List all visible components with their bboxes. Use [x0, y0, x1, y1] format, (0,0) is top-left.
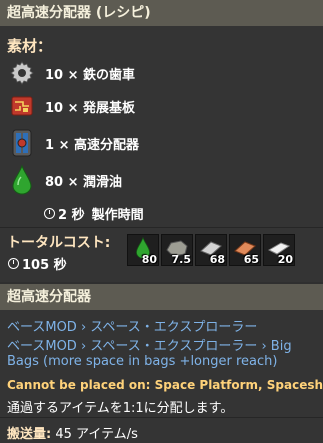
total-cost-label: トータルコスト: [7, 235, 111, 251]
mod-path: Bags (more space in bags +longer reach) [7, 354, 278, 369]
total-cost-items: 80 7.5 68 65 20 [127, 234, 295, 266]
craft-time-label: 製作時間 [91, 208, 144, 223]
ingredient-amount: 10 [45, 100, 64, 116]
ingredient-name: 鉄の歯車 [83, 67, 136, 83]
ingredient-amount: 1 [45, 137, 55, 153]
ingredient-amount: 10 [45, 67, 64, 83]
craft-time-value: 2 秒 [58, 208, 85, 223]
express-splitter-icon [8, 129, 36, 157]
ingredient-row: 10 × 鉄の歯車 [8, 58, 135, 88]
cost-count: 65 [243, 253, 259, 266]
clock-icon [44, 208, 55, 219]
throughput-value: 45 アイテム/s [55, 427, 138, 442]
cost-count: 80 [141, 253, 157, 266]
total-time-value: 105 秒 [22, 258, 67, 273]
mod-path: ベースMOD › スペース・エクスプローラー › Big [7, 339, 292, 354]
recipe-title: 超高速分配器 (レシピ) [0, 0, 323, 26]
ingredient-row: 10 × 発展基板 [8, 91, 135, 121]
gear-icon [8, 59, 36, 87]
cost-slot: 68 [195, 234, 227, 266]
cost-slot: 80 [127, 234, 159, 266]
item-description: 通過するアイテムを1:1に分配します。 [7, 401, 234, 416]
cost-slot: 65 [229, 234, 261, 266]
total-time: 105 秒 [8, 254, 67, 273]
cost-slot: 20 [263, 234, 295, 266]
cost-slot: 7.5 [161, 234, 193, 266]
clock-icon [8, 258, 19, 269]
placement-note: Cannot be placed on: Space Platform, Spa… [7, 378, 323, 392]
craft-time: 2 秒 製作時間 [44, 204, 144, 223]
divider [0, 227, 323, 228]
ingredient-name: 潤滑油 [83, 174, 123, 190]
ingredient-name: 高速分配器 [74, 137, 140, 153]
circuit-board-icon [8, 92, 36, 120]
throughput-stat: 搬送量: 45 アイテム/s [7, 423, 138, 442]
cost-count: 7.5 [171, 253, 192, 266]
lubricant-drop-icon [8, 165, 36, 195]
cost-count: 68 [209, 253, 225, 266]
ingredient-row: 1 × 高速分配器 [8, 128, 139, 158]
divider [0, 417, 323, 418]
ingredients-heading: 素材： [7, 37, 53, 55]
ingredient-name: 発展基板 [83, 100, 136, 116]
mod-path: ベースMOD › スペース・エクスプローラー [7, 320, 258, 335]
ingredient-amount: 80 [45, 174, 64, 190]
throughput-label: 搬送量: [7, 427, 52, 442]
ingredient-row: 80 × 潤滑油 [8, 165, 122, 195]
item-title: 超高速分配器 [0, 284, 323, 310]
cost-count: 20 [277, 253, 293, 266]
